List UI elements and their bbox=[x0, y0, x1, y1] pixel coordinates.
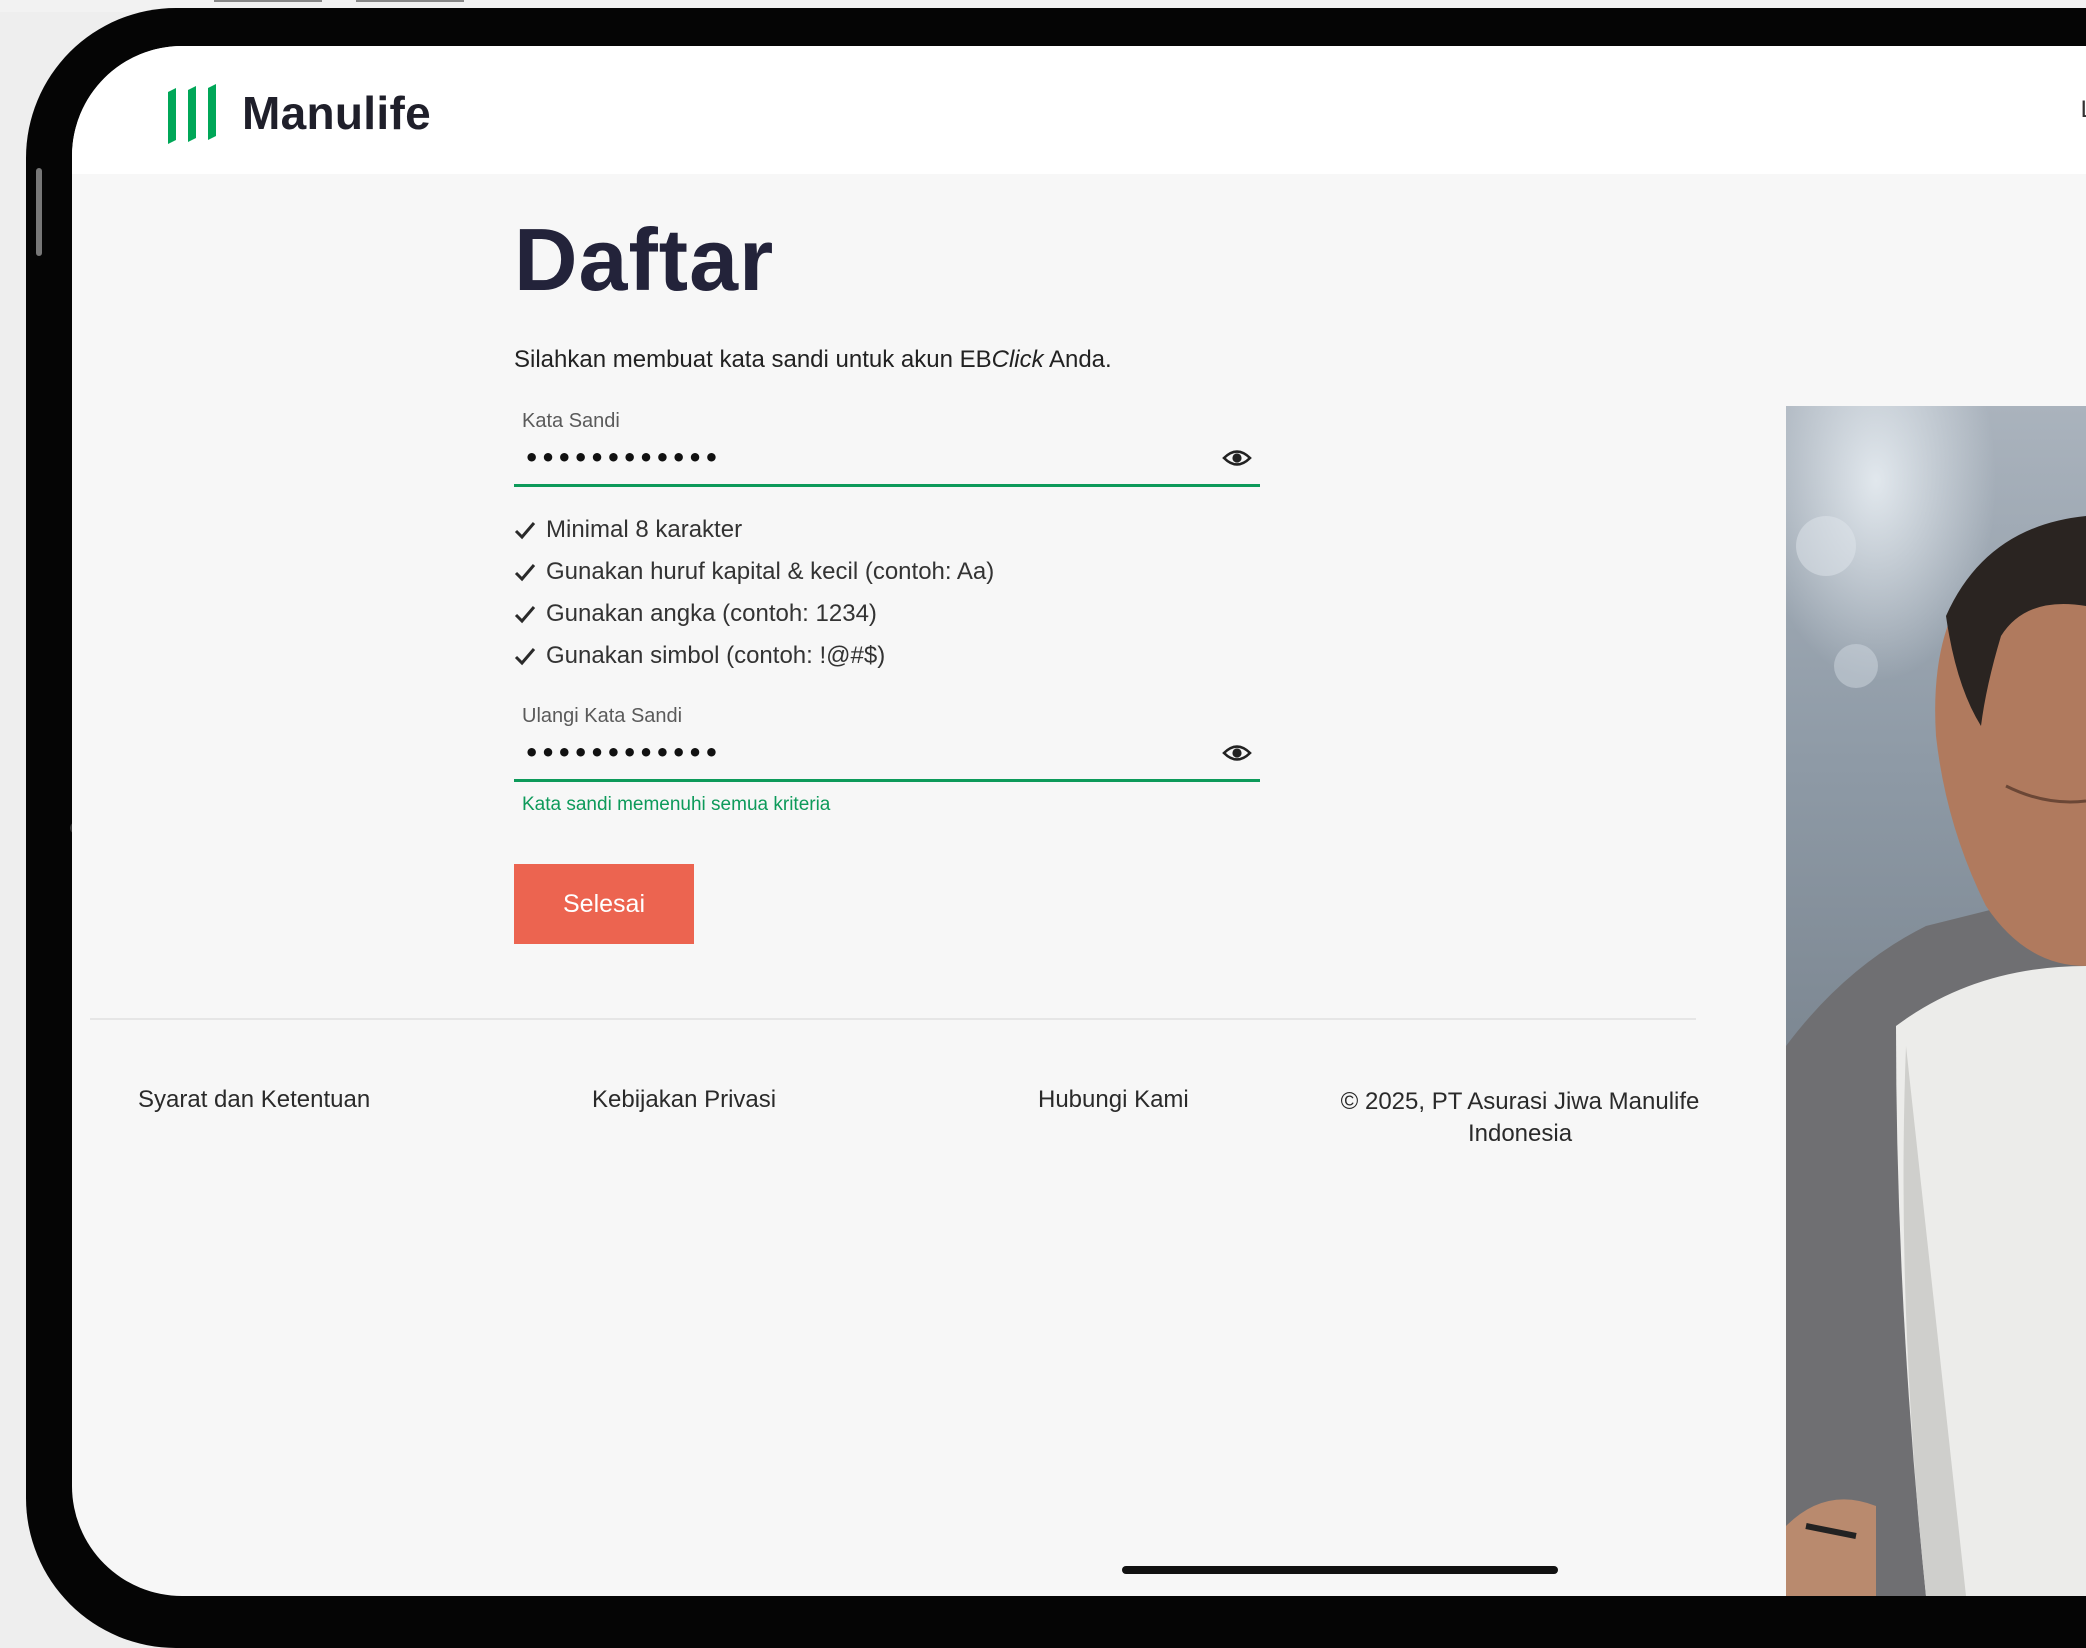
rule-item: Gunakan simbol (contoh: !@#$) bbox=[514, 635, 1314, 677]
confirm-password-field: Ulangi Kata Sandi Kata sandi memenuhi se… bbox=[514, 705, 1260, 816]
subtitle-text: Silahkan membuat kata sandi untuk akun E… bbox=[514, 346, 992, 373]
header-right-text[interactable]: L bbox=[2081, 96, 2086, 124]
copyright-line: Indonesia bbox=[1467, 1120, 1573, 1147]
privacy-link[interactable]: Kebijakan Privasi bbox=[592, 1086, 776, 1114]
tab-indicator bbox=[356, 0, 464, 2]
hero-photo bbox=[1786, 406, 2086, 1596]
finish-button[interactable]: Selesai bbox=[514, 864, 694, 944]
page-subtitle: Silahkan membuat kata sandi untuk akun E… bbox=[514, 346, 1314, 374]
rule-item: Gunakan angka (contoh: 1234) bbox=[514, 593, 1314, 635]
subtitle-text-end: Anda. bbox=[1043, 346, 1112, 373]
rule-text: Minimal 8 karakter bbox=[546, 516, 743, 543]
copyright-text: © 2025, PT Asurasi Jiwa Manulife Indones… bbox=[1340, 1086, 1700, 1150]
subtitle-emphasis: Click bbox=[991, 346, 1044, 373]
copyright-line: © 2025, PT Asurasi Jiwa Manulife bbox=[1340, 1088, 1700, 1115]
confirm-password-input[interactable] bbox=[522, 736, 1162, 770]
tab-indicator bbox=[214, 0, 322, 2]
footer-divider bbox=[90, 1018, 1696, 1020]
site-header: Manulife L bbox=[72, 46, 2086, 174]
register-form: Daftar Silahkan membuat kata sandi untuk… bbox=[514, 216, 1314, 944]
volume-button bbox=[36, 168, 42, 256]
password-input[interactable] bbox=[522, 441, 1162, 475]
check-icon bbox=[514, 606, 536, 624]
password-input-row bbox=[514, 433, 1260, 487]
rule-text: Gunakan huruf kapital & kecil (contoh: A… bbox=[546, 558, 995, 585]
password-label: Kata Sandi bbox=[522, 410, 620, 432]
terms-link[interactable]: Syarat dan Ketentuan bbox=[138, 1086, 370, 1114]
rule-text: Gunakan angka (contoh: 1234) bbox=[546, 600, 877, 627]
confirm-password-input-row bbox=[514, 728, 1260, 782]
brand-name: Manulife bbox=[242, 87, 431, 139]
rule-text: Gunakan simbol (contoh: !@#$) bbox=[546, 642, 886, 669]
confirm-password-label: Ulangi Kata Sandi bbox=[522, 705, 683, 727]
eye-icon[interactable] bbox=[1222, 447, 1252, 469]
contact-link[interactable]: Hubungi Kami bbox=[1038, 1086, 1189, 1114]
manulife-logo[interactable]: Manulife bbox=[164, 82, 431, 144]
rule-item: Minimal 8 karakter bbox=[514, 509, 1314, 551]
check-icon bbox=[514, 648, 536, 666]
password-field: Kata Sandi bbox=[514, 410, 1260, 487]
password-rules: Minimal 8 karakter Gunakan huruf kapital… bbox=[514, 509, 1314, 677]
rule-item: Gunakan huruf kapital & kecil (contoh: A… bbox=[514, 551, 1314, 593]
eye-icon[interactable] bbox=[1222, 742, 1252, 764]
page-title: Daftar bbox=[514, 210, 775, 309]
check-icon bbox=[514, 564, 536, 582]
check-icon bbox=[514, 522, 536, 540]
password-success-message: Kata sandi memenuhi semua kriteria bbox=[522, 794, 831, 815]
tablet-screen: Manulife L Daftar Silahkan membuat kata … bbox=[72, 46, 2086, 1596]
home-indicator[interactable] bbox=[1122, 1566, 1558, 1574]
manulife-logo-icon bbox=[168, 84, 216, 144]
